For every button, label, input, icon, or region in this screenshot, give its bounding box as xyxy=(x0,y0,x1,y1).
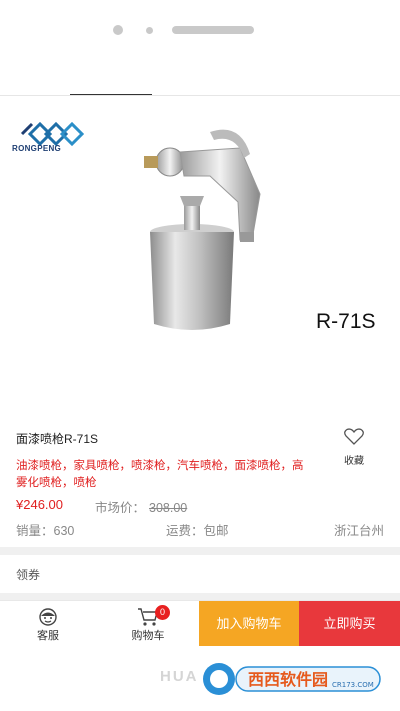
sale-price: ¥246.00 xyxy=(16,497,63,512)
freight-value: 包邮 xyxy=(203,524,229,538)
favorite-button[interactable]: 收藏 xyxy=(338,428,370,467)
brand-name: RONGPENG xyxy=(12,144,62,153)
cart-label: 购物车 xyxy=(131,630,165,642)
favorite-label: 收藏 xyxy=(344,456,364,467)
add-to-cart-button[interactable]: 加入购物车 xyxy=(199,601,299,647)
product-keywords: 油漆喷枪，家具喷枪，喷漆枪，汽车喷枪，面漆喷枪，高雾化喷枪，喷枪 xyxy=(16,460,304,489)
coupon-row[interactable]: 领券 xyxy=(16,566,40,583)
market-price: 市场价： 308.00 xyxy=(95,497,187,516)
spray-gun-illustration xyxy=(144,129,261,330)
earpiece-speaker xyxy=(172,26,254,34)
brand-logo-icon xyxy=(20,121,84,147)
section-divider xyxy=(0,593,400,600)
cart-count-badge: 0 xyxy=(155,605,170,620)
sales-label: 销量： xyxy=(16,524,54,538)
sales-count: 销量：630 xyxy=(16,520,74,539)
customer-service-icon xyxy=(39,608,57,626)
cart-button[interactable]: 0 购物车 xyxy=(122,601,174,647)
device-bottom-bezel: HUA 西西软件园 CR173.COM xyxy=(0,646,400,711)
watermark-text: 西西软件园 xyxy=(248,670,328,689)
model-tag: R-71S xyxy=(316,310,376,333)
section-divider xyxy=(0,547,400,555)
device-brand-text: HUA xyxy=(160,668,199,685)
heart-icon xyxy=(344,428,364,445)
customer-service-button[interactable]: 客服 xyxy=(25,601,71,647)
freight-label: 运费： xyxy=(166,524,204,538)
bottom-action-bar: 客服 0 购物车 加入购物车 立即购买 xyxy=(0,600,400,647)
buy-now-button[interactable]: 立即购买 xyxy=(299,601,400,647)
origin-location: 浙江台州 xyxy=(333,524,384,538)
watermark-logo: 西西软件园 CR173.COM xyxy=(203,663,381,695)
device-top-bezel xyxy=(0,0,400,96)
market-price-value: 308.00 xyxy=(149,501,188,515)
sales-value: 630 xyxy=(53,524,75,538)
customer-service-label: 客服 xyxy=(37,630,59,642)
freight-info: 运费：包邮 xyxy=(166,520,229,539)
proximity-sensor xyxy=(146,27,153,34)
watermark-sub: CR173.COM xyxy=(332,681,374,689)
front-camera xyxy=(113,25,123,35)
market-price-label: 市场价： xyxy=(95,501,146,515)
product-title: 面漆喷枪R-71S xyxy=(16,432,99,446)
product-image[interactable]: RONGPENG R-71S xyxy=(0,96,400,412)
